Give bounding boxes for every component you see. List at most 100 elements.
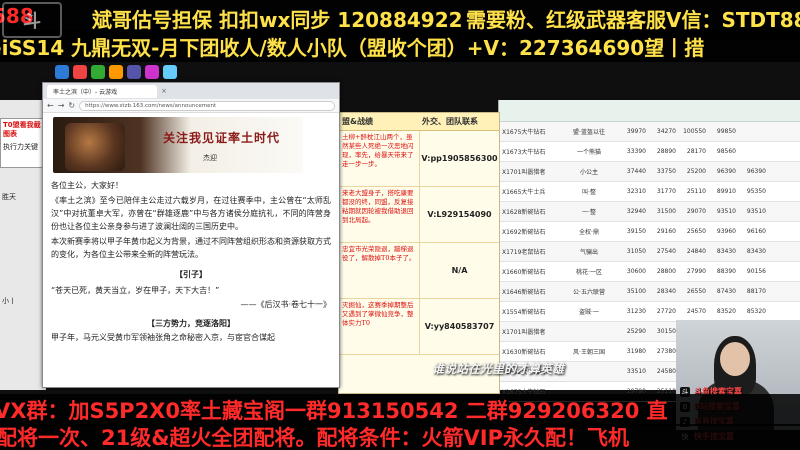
sheet-cell[interactable]: 27990	[679, 268, 709, 275]
sheet-row[interactable]: X1719老鼠钻石 气骗出 31050 27540 24840 83430 83430	[499, 242, 800, 262]
sheet-cell[interactable]: 全权·鼎	[559, 227, 619, 236]
sheet-row[interactable]: X1660新碗钻石 桃花·一区 30600 28800 27990 88390 90156	[499, 262, 800, 282]
sheet-cell[interactable]: 26550	[679, 288, 709, 295]
sheet-cell[interactable]: 公·五六联营	[559, 287, 619, 296]
sheet-cell[interactable]: 28800	[649, 268, 679, 275]
excel-icon[interactable]	[91, 65, 105, 79]
sheet-cell[interactable]: 24580	[649, 368, 679, 375]
sheet-cell[interactable]: 100550	[679, 128, 709, 135]
sheet-cell[interactable]: 96160	[739, 228, 769, 235]
sheet-cell[interactable]: X1701叫嚣猎者	[499, 327, 559, 336]
sheet-cell[interactable]: 96390	[709, 168, 739, 175]
sheet-cell[interactable]: X1630新碗钻石	[499, 347, 559, 356]
sheet-cell[interactable]: 99850	[709, 128, 739, 135]
sheet-cell[interactable]: 85320	[739, 308, 769, 315]
sheet-cell[interactable]: 90156	[739, 268, 769, 275]
sheet-cell[interactable]: 风·王朝三国	[559, 347, 619, 356]
sheet-cell[interactable]: 盟·蓝盔以往	[559, 127, 619, 136]
sheet-cell[interactable]: 31230	[619, 308, 649, 315]
app-icon[interactable]	[163, 65, 177, 79]
sheet-cell[interactable]: 31980	[619, 348, 649, 355]
sheet-cell[interactable]: 95350	[739, 188, 769, 195]
sheet-cell[interactable]: X1692新碗钻石	[499, 227, 559, 236]
sheet-cell[interactable]: 24840	[679, 248, 709, 255]
sheet-cell[interactable]: 一·整	[559, 207, 619, 216]
sheet-cell[interactable]: 25110	[679, 188, 709, 195]
sheet-cell[interactable]: 93510	[709, 208, 739, 215]
sheet-cell[interactable]: X1660新碗钻石	[499, 267, 559, 276]
sheet-cell[interactable]: 83520	[709, 308, 739, 315]
sheet-cell[interactable]: 27380	[649, 348, 679, 355]
sheet-cell[interactable]: 34270	[649, 128, 679, 135]
sheet-cell[interactable]: 27540	[649, 248, 679, 255]
sheet-cell[interactable]: 35100	[619, 288, 649, 295]
sheet-row[interactable]: X1673大牛钻石 一个熊猫 33390 28890 28170 98560	[499, 142, 800, 162]
app-icon[interactable]	[127, 65, 141, 79]
sheet-cell[interactable]: 24570	[679, 308, 709, 315]
sheet-cell[interactable]: 33510	[619, 368, 649, 375]
sheet-cell[interactable]: 28170	[679, 148, 709, 155]
sheet-cell[interactable]: 31770	[649, 188, 679, 195]
sheet-cell[interactable]: 32940	[619, 208, 649, 215]
browser-tab[interactable]: 率土之滨（中）- 云游戏	[47, 84, 157, 98]
sheet-cell[interactable]: 39150	[619, 228, 649, 235]
sheet-row[interactable]: X1692新碗钻石 全权·鼎 39150 29160 25650 93960 96160	[499, 222, 800, 242]
sheet-cell[interactable]: X1628新碗钻石	[499, 207, 559, 216]
sheet-row[interactable]: X1701叫嚣猎者 小公主 37440 33750 25200 96390 96390	[499, 162, 800, 182]
sheet-cell[interactable]: 93960	[709, 228, 739, 235]
sheet-cell[interactable]: 98560	[709, 148, 739, 155]
sheet-cell[interactable]: 32310	[619, 188, 649, 195]
sheet-row[interactable]: X1665大牛士兵 叫·整 32310 31770 25110 89910 95350	[499, 182, 800, 202]
sheet-cell[interactable]: 一个熊猫	[559, 147, 619, 156]
sheet-cell[interactable]: 25290	[619, 328, 649, 335]
sheet-cell[interactable]: 气骗出	[559, 247, 619, 256]
sheet-cell[interactable]: 31500	[649, 208, 679, 215]
sheet-cell[interactable]: 30150	[649, 328, 679, 335]
sheet-row[interactable]: X1628新碗钻石 一·整 32940 31500 29070 93510 93510	[499, 202, 800, 222]
sheet-cell[interactable]: 88390	[709, 268, 739, 275]
sheet-cell[interactable]: X1554新碗钻石	[499, 307, 559, 316]
sheet-cell[interactable]: 28890	[649, 148, 679, 155]
sheet-cell[interactable]: 93510	[739, 208, 769, 215]
sheet-cell[interactable]: 小公主	[559, 167, 619, 176]
sheet-cell[interactable]: 83430	[709, 248, 739, 255]
sheet-cell[interactable]: 叫·整	[559, 187, 619, 196]
sheet-cell[interactable]: 25200	[679, 168, 709, 175]
sheet-cell[interactable]: 31050	[619, 248, 649, 255]
sheet-cell[interactable]: 盗贼·一	[559, 307, 619, 316]
sheet-cell[interactable]: 39970	[619, 128, 649, 135]
sheet-cell[interactable]: 28340	[649, 288, 679, 295]
sheet-cell[interactable]: 33390	[619, 148, 649, 155]
sheet-cell[interactable]: 83430	[739, 248, 769, 255]
sheet-cell[interactable]: 89910	[709, 188, 739, 195]
sheet-row[interactable]: X1554新碗钻石 盗贼·一 31230 27720 24570 83520 85320	[499, 302, 800, 322]
sheet-cell[interactable]: 33750	[649, 168, 679, 175]
address-input[interactable]: https://www.stzb.163.com/news/announceme…	[79, 100, 335, 111]
forward-icon[interactable]: →	[58, 101, 65, 110]
sheet-cell[interactable]: 96390	[739, 168, 769, 175]
sheet-cell[interactable]: 桃花·一区	[559, 267, 619, 276]
folder-icon[interactable]	[109, 65, 123, 79]
sheet-cell[interactable]: X1719老鼠钻石	[499, 247, 559, 256]
sheet-cell[interactable]: 27720	[649, 308, 679, 315]
sheet-cell[interactable]: 30600	[619, 268, 649, 275]
close-icon[interactable]: ×	[161, 87, 167, 95]
sheet-cell[interactable]: 29160	[649, 228, 679, 235]
sheet-cell[interactable]: 88170	[739, 288, 769, 295]
sheet-cell[interactable]: X1675大牛钻石	[499, 127, 559, 136]
browser-icon[interactable]	[55, 65, 69, 79]
app-icon[interactable]	[73, 65, 87, 79]
sheet-cell[interactable]: 37440	[619, 168, 649, 175]
sheet-cell[interactable]: X1701叫嚣猎者	[499, 167, 559, 176]
sheet-cell[interactable]: 29070	[679, 208, 709, 215]
sheet-cell[interactable]: X1665大牛士兵	[499, 187, 559, 196]
reload-icon[interactable]: ↻	[68, 101, 75, 110]
back-icon[interactable]: ←	[47, 101, 54, 110]
sheet-cell[interactable]: X1673大牛钻石	[499, 147, 559, 156]
browser-window[interactable]: 率土之滨（中）- 云游戏 × ← → ↻ https://www.stzb.16…	[42, 82, 340, 388]
app-icon[interactable]	[145, 65, 159, 79]
sheet-cell[interactable]: 25650	[679, 228, 709, 235]
sheet-cell[interactable]: X1646新碗钻石	[499, 287, 559, 296]
sheet-row[interactable]: X1675大牛钻石 盟·蓝盔以往 39970 34270 100550 99850	[499, 122, 800, 142]
sheet-cell[interactable]: 87430	[709, 288, 739, 295]
